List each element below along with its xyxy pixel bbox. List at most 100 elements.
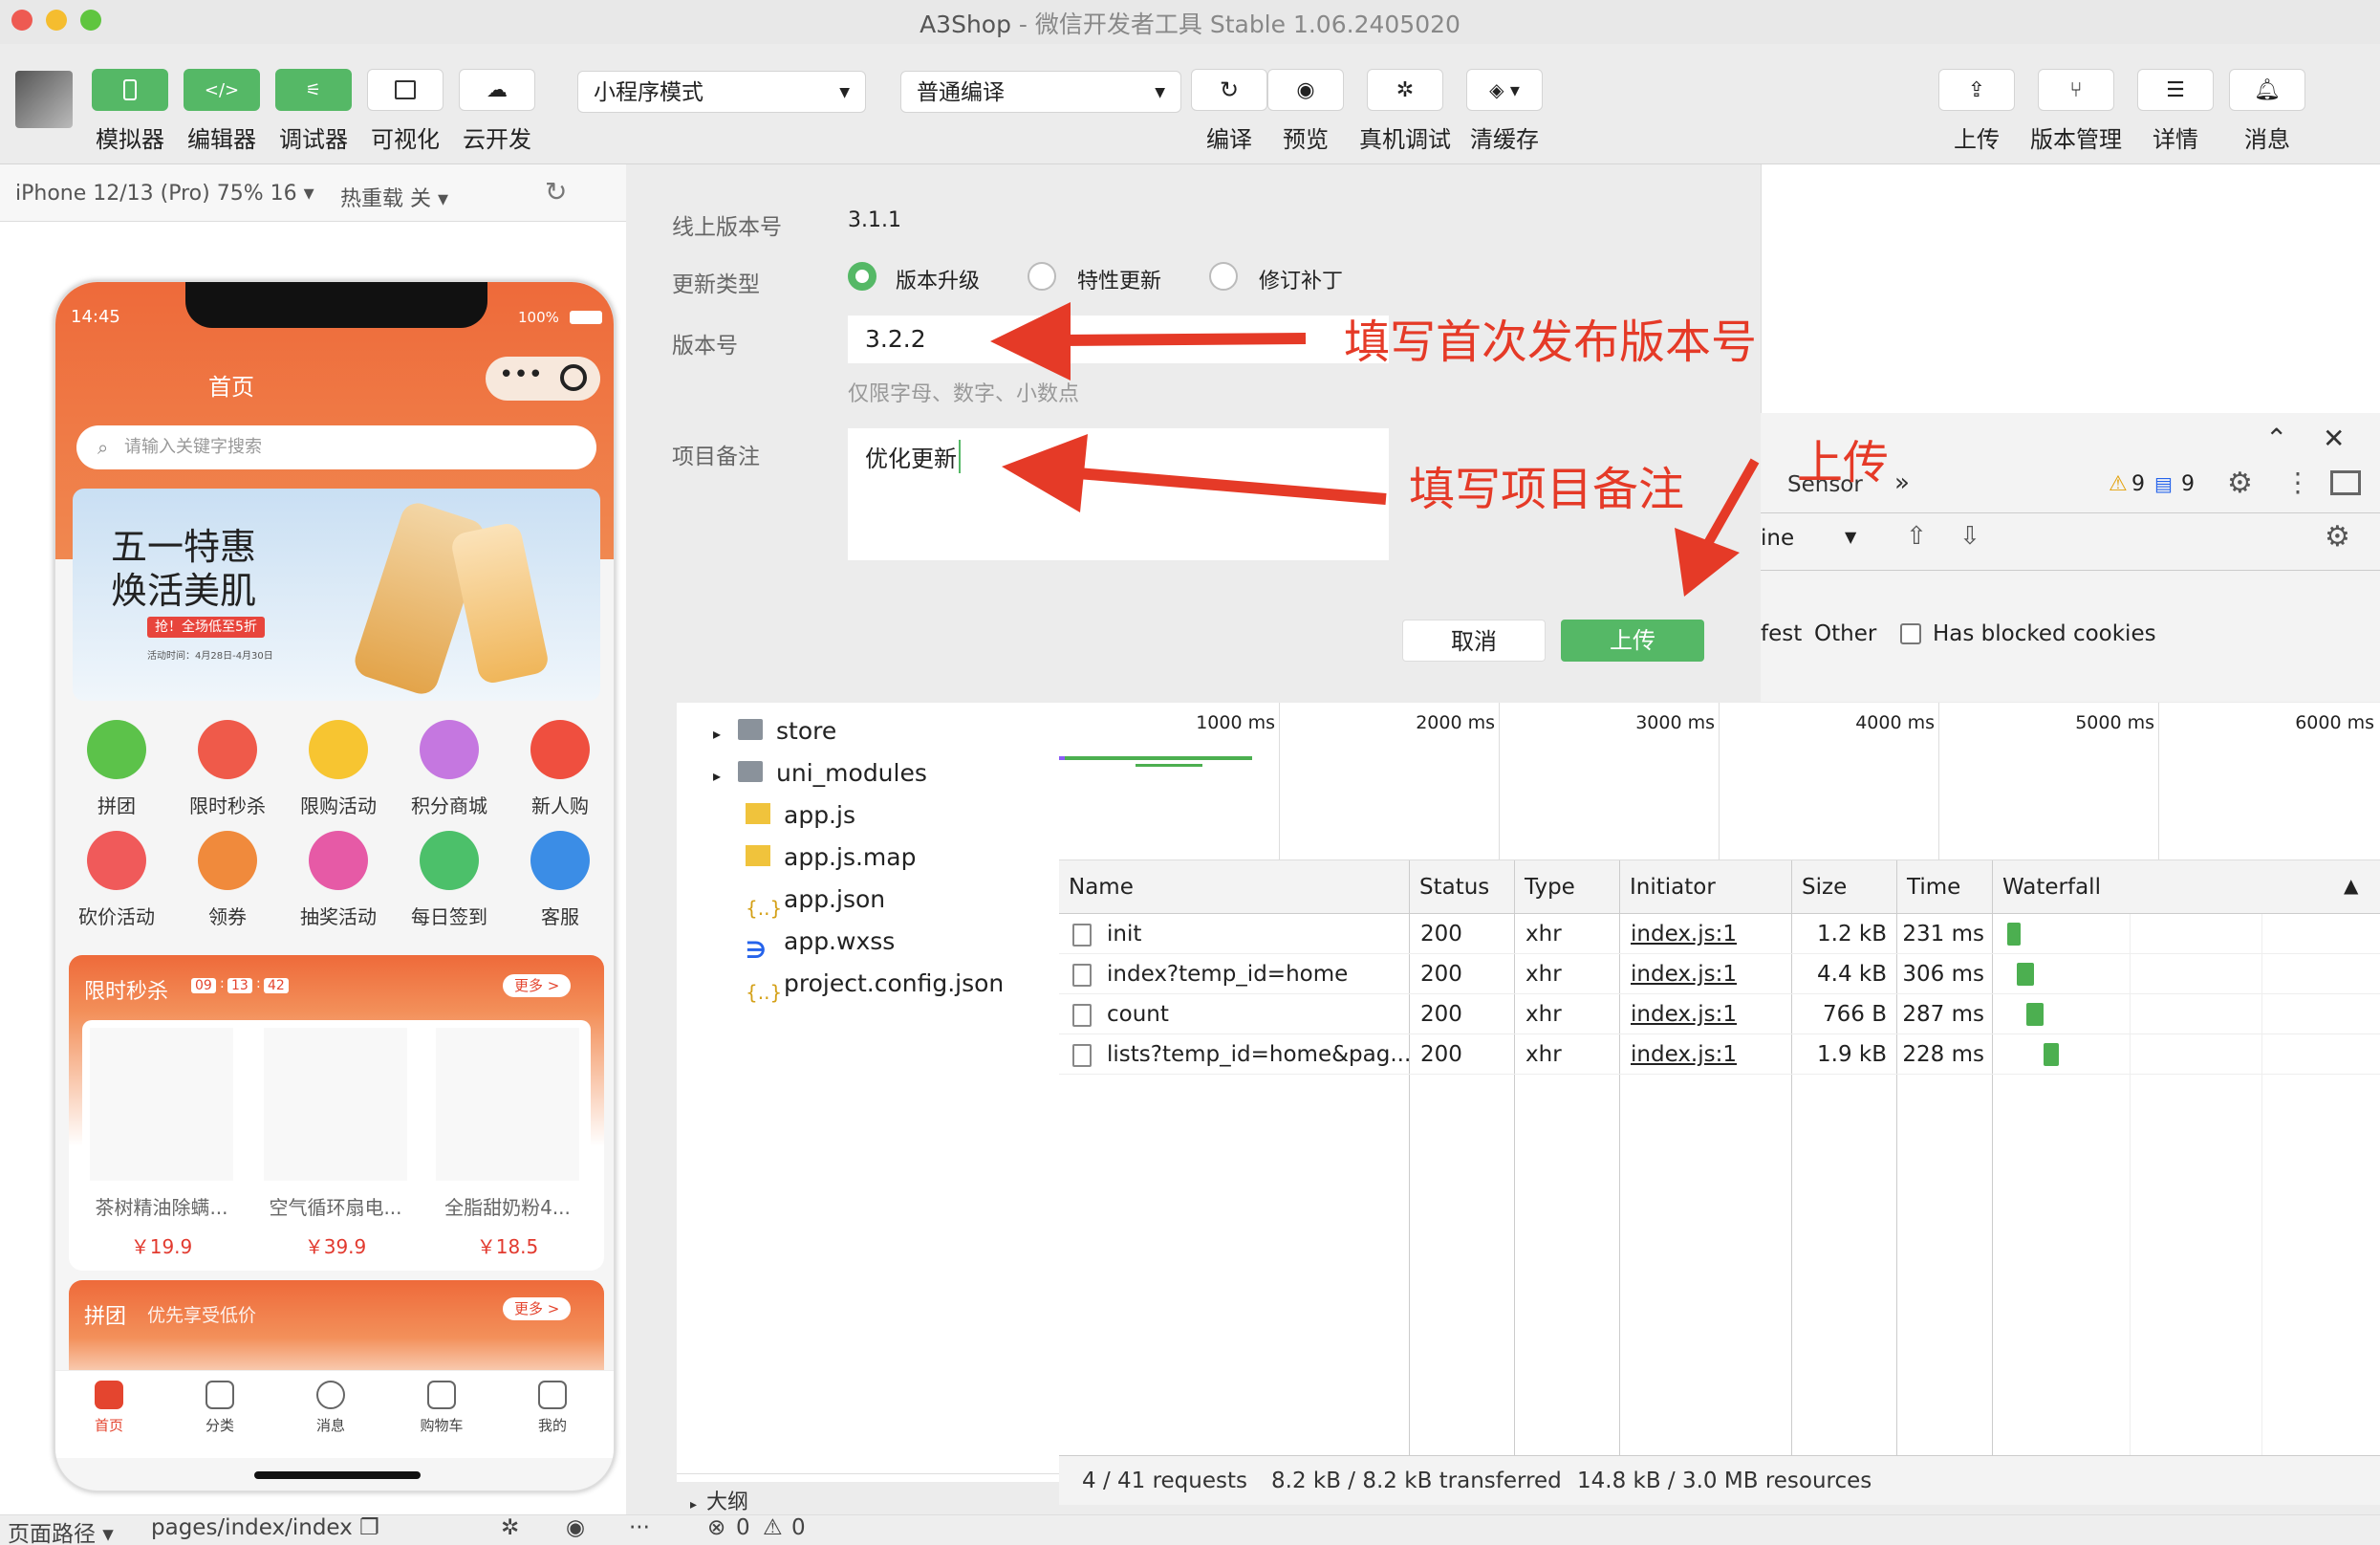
tab-messages[interactable]: 消息 xyxy=(292,1381,369,1435)
close-icon[interactable]: ✕ xyxy=(2323,423,2345,454)
version-manage-button[interactable]: ⑂ 版本管理 xyxy=(2028,69,2124,154)
radio-patch-update[interactable] xyxy=(1209,262,1238,291)
tab-cart[interactable]: 购物车 xyxy=(403,1381,480,1435)
radio-major-update[interactable] xyxy=(848,262,876,291)
radio-feature-update[interactable] xyxy=(1028,262,1056,291)
table-row[interactable]: count 200 xhr index.js:1 766 B 287 ms xyxy=(1059,994,2380,1034)
filter-manifest[interactable]: fest xyxy=(1761,621,1802,646)
product-item[interactable]: 空气循环扇电... ￥39.9 xyxy=(254,1028,417,1259)
eye-icon[interactable]: ◉ xyxy=(566,1515,585,1540)
version-input[interactable]: 3.2.2 xyxy=(848,316,1389,363)
column-type[interactable]: Type xyxy=(1514,860,1619,914)
column-size[interactable]: Size xyxy=(1791,860,1896,914)
column-initiator[interactable]: Initiator xyxy=(1619,860,1791,914)
file-item[interactable]: app.js xyxy=(746,794,855,837)
request-initiator-link[interactable]: index.js:1 xyxy=(1631,914,1737,954)
icon-new-user[interactable]: 新人购 xyxy=(505,720,614,818)
messages-button[interactable]: 🔔︎ 消息 xyxy=(2229,69,2305,154)
close-miniprogram-icon[interactable] xyxy=(560,364,587,391)
rotate-icon[interactable]: ↻ xyxy=(545,176,567,207)
promo-banner[interactable]: 五一特惠 焕活美肌 抢！全场低至5折 活动时间：4月28日-4月30日 xyxy=(73,489,600,701)
file-item[interactable]: ▸ uni_modules xyxy=(713,752,927,794)
request-initiator-link[interactable]: index.js:1 xyxy=(1631,954,1737,994)
visual-button[interactable]: 可视化 xyxy=(367,69,444,154)
export-har-icon[interactable]: ⇩ xyxy=(1959,522,1980,551)
group-buy-more-button[interactable]: 更多 > xyxy=(503,1297,572,1320)
scene-icon[interactable]: ✲ xyxy=(501,1515,519,1540)
sort-ascending-icon[interactable]: ▲ xyxy=(2344,874,2358,897)
tab-home[interactable]: 首页 xyxy=(71,1381,147,1435)
avatar[interactable] xyxy=(15,71,73,128)
search-input[interactable]: ⌕ 请输入关键字搜索 xyxy=(76,425,596,469)
column-name[interactable]: Name xyxy=(1059,860,1409,914)
file-item[interactable]: {..}app.json xyxy=(746,879,885,921)
editor-button[interactable]: </> 编辑器 xyxy=(184,69,260,154)
tab-profile[interactable]: 我的 xyxy=(514,1381,591,1435)
icon-bargain[interactable]: 砍价活动 xyxy=(61,831,172,929)
capsule-menu[interactable]: ••• xyxy=(486,357,600,401)
device-select[interactable]: iPhone 12/13 (Pro) 75% 16 ▾ xyxy=(15,182,314,206)
table-row[interactable]: init 200 xhr index.js:1 1.2 kB 231 ms xyxy=(1059,914,2380,954)
more-dots-icon[interactable]: ••• xyxy=(499,360,543,389)
request-initiator-link[interactable]: index.js:1 xyxy=(1631,994,1737,1034)
file-item[interactable]: ∋ app.wxss xyxy=(746,921,895,964)
compile-button[interactable]: ↻ 编译 xyxy=(1191,69,1267,154)
simulator-button[interactable]: 模拟器 xyxy=(92,69,168,154)
blocked-cookies-checkbox[interactable] xyxy=(1900,623,1921,644)
error-icon[interactable]: ⊗ xyxy=(707,1515,725,1540)
info-icon[interactable]: ▤ xyxy=(2154,472,2173,495)
debugger-button[interactable]: ⚟ 调试器 xyxy=(275,69,352,154)
table-row[interactable]: lists?temp_id=home&pag... 200 xhr index.… xyxy=(1059,1034,2380,1075)
file-item[interactable]: app.js.map xyxy=(746,837,916,879)
details-button[interactable]: ☰ 详情 xyxy=(2137,69,2214,154)
tab-category[interactable]: 分类 xyxy=(182,1381,258,1435)
warning-icon[interactable]: ⚠ xyxy=(763,1515,783,1540)
file-item[interactable]: {..}project.config.json xyxy=(746,963,1004,1005)
network-settings-icon[interactable]: ⚙ xyxy=(2325,520,2350,554)
remote-debug-button[interactable]: ✲ 真机调试 xyxy=(1357,69,1453,154)
more-icon[interactable]: ··· xyxy=(629,1515,650,1540)
kebab-menu-icon[interactable]: ⋮ xyxy=(2284,467,2311,498)
file-item[interactable]: ▸ store xyxy=(713,710,836,752)
hot-reload-select[interactable]: 热重载 关 ▾ xyxy=(340,182,448,212)
confirm-upload-button[interactable]: 上传 xyxy=(1561,620,1704,662)
cancel-button[interactable]: 取消 xyxy=(1402,620,1546,662)
clear-cache-button[interactable]: ◈ ▾ 清缓存 xyxy=(1466,69,1543,154)
settings-gear-icon[interactable]: ⚙ xyxy=(2227,467,2253,500)
upload-button[interactable]: ⇪ 上传 xyxy=(1938,69,2015,154)
warning-icon[interactable]: ⚠ xyxy=(2109,472,2128,496)
product-item[interactable]: 茶树精油除螨... ￥19.9 xyxy=(80,1028,243,1259)
column-status[interactable]: Status xyxy=(1409,860,1514,914)
product-item[interactable]: 全脂甜奶粉4... ￥18.5 xyxy=(426,1028,589,1259)
flash-sale-more-button[interactable]: 更多 > xyxy=(503,974,572,997)
note-textarea[interactable]: 优化更新 xyxy=(848,428,1389,560)
icon-flash-sale[interactable]: 限时秒杀 xyxy=(172,720,283,818)
icon-limit-buy[interactable]: 限购活动 xyxy=(283,720,394,818)
preview-button[interactable]: ◉ 预览 xyxy=(1267,69,1344,154)
import-har-icon[interactable]: ⇧ xyxy=(1906,522,1927,551)
more-tabs-icon[interactable]: » xyxy=(1894,468,1910,497)
cloud-dev-button[interactable]: ☁ 云开发 xyxy=(459,69,535,154)
icon-checkin[interactable]: 每日签到 xyxy=(394,831,505,929)
copy-icon[interactable]: ❐ xyxy=(359,1515,379,1540)
expand-arrow-icon[interactable]: ▸ xyxy=(713,725,721,743)
outline-toggle[interactable]: ▸ 大纲 xyxy=(690,1485,748,1515)
icon-customer-service[interactable]: 客服 xyxy=(505,831,614,929)
column-waterfall[interactable]: Waterfall xyxy=(1992,860,2380,914)
icon-points-mall[interactable]: 积分商城 xyxy=(394,720,505,818)
icon-coupon[interactable]: 领券 xyxy=(172,831,283,929)
request-initiator-link[interactable]: index.js:1 xyxy=(1631,1034,1737,1075)
page-path-select[interactable]: 页面路径 ▾ xyxy=(8,1515,114,1545)
chevron-up-icon[interactable]: ⌃ xyxy=(2265,423,2287,454)
icon-lottery[interactable]: 抽奖活动 xyxy=(283,831,394,929)
compile-select[interactable]: 普通编译 ▼ xyxy=(900,71,1181,113)
table-row[interactable]: index?temp_id=home 200 xhr index.js:1 4.… xyxy=(1059,954,2380,994)
icon-group-buy[interactable]: 拼团 xyxy=(61,720,172,818)
expand-arrow-icon[interactable]: ▸ xyxy=(713,767,721,785)
mode-select[interactable]: 小程序模式 ▼ xyxy=(577,71,866,113)
dock-icon[interactable] xyxy=(2330,470,2361,495)
column-time[interactable]: Time xyxy=(1896,860,1992,914)
throttle-select[interactable]: ine xyxy=(1761,526,1794,551)
filter-other[interactable]: Other xyxy=(1814,621,1876,646)
calendar-check-icon xyxy=(420,831,479,890)
